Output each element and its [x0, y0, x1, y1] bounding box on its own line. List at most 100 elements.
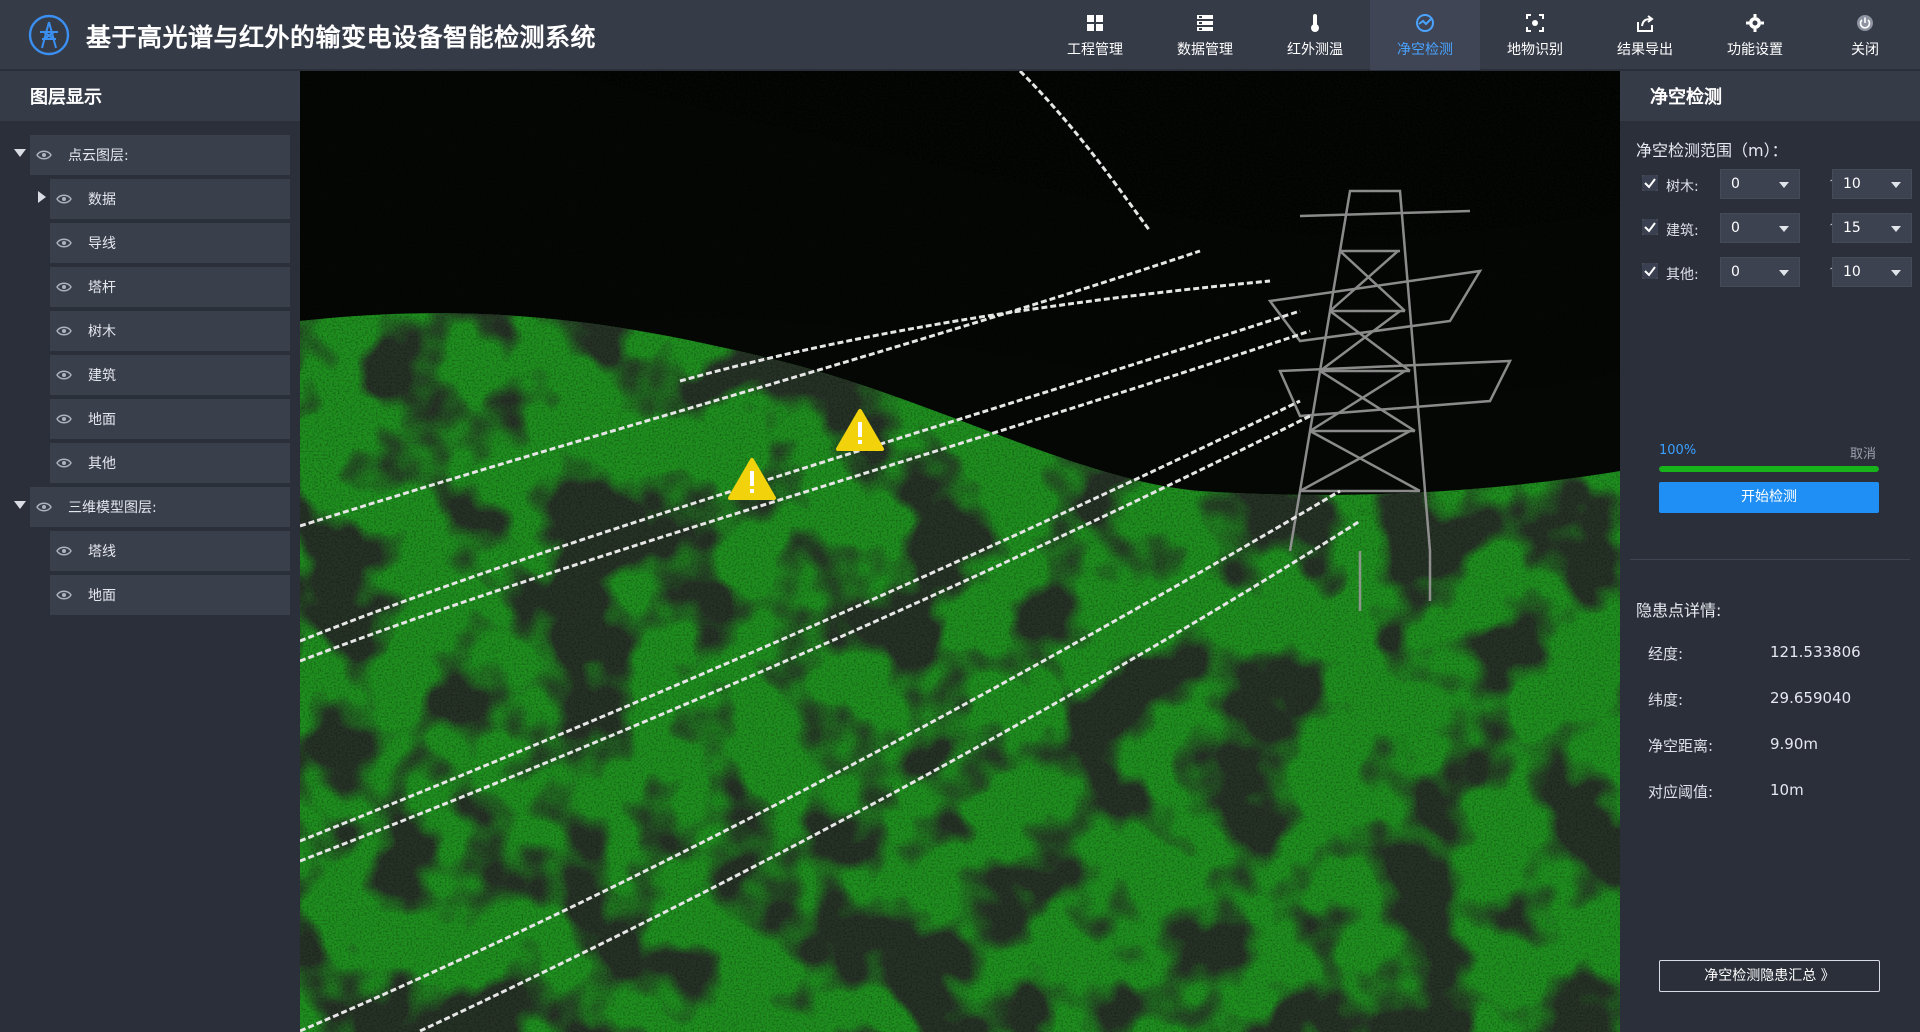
other-min-select[interactable]: 0: [1720, 257, 1800, 287]
buildings-min-select[interactable]: 0: [1720, 213, 1800, 243]
range-row-other: 其他: 0 ~ 10: [1642, 257, 1912, 289]
buildings-max-select[interactable]: 15: [1832, 213, 1912, 243]
nav-data-management[interactable]: 数据管理: [1150, 0, 1260, 70]
expand-caret-icon[interactable]: [14, 149, 26, 157]
expand-caret-icon[interactable]: [14, 501, 26, 509]
eye-icon[interactable]: [56, 281, 72, 293]
layer-group-header[interactable]: 点云图层:: [30, 135, 290, 175]
layer-item: 数据: [0, 175, 300, 219]
chevron-down-icon: [1891, 270, 1901, 276]
select-value: 0: [1731, 264, 1740, 280]
select-value: 15: [1843, 220, 1861, 236]
cancel-link[interactable]: 取消: [1850, 443, 1876, 462]
chevron-down-icon: [1779, 270, 1789, 276]
nav-label: 红外测温: [1287, 41, 1343, 58]
nav-project-management[interactable]: 工程管理: [1040, 0, 1150, 70]
layer-group-point-cloud: 点云图层:: [0, 131, 300, 175]
chevron-down-icon: [1891, 182, 1901, 188]
layer-item-box[interactable]: 塔线: [50, 531, 290, 571]
eye-icon[interactable]: [56, 413, 72, 425]
layer-item-box[interactable]: 塔杆: [50, 267, 290, 307]
trees-min-select[interactable]: 0: [1720, 169, 1800, 199]
nav-close[interactable]: 关闭: [1810, 0, 1920, 70]
expand-caret-icon[interactable]: [38, 191, 46, 203]
range-row-buildings: 建筑: 0 ~ 15: [1642, 213, 1912, 245]
detail-value: 29.659040: [1770, 689, 1852, 707]
gear-icon: [1746, 13, 1764, 32]
clearance-panel-title: 净空检测: [1620, 71, 1920, 121]
layer-item: 地面: [0, 571, 300, 615]
layer-item-label: 导线: [88, 236, 116, 252]
trees-checkbox[interactable]: [1642, 175, 1658, 191]
hazard-summary-button[interactable]: 净空检测隐患汇总 》: [1659, 960, 1880, 992]
object-recognition-icon: [1526, 13, 1544, 32]
range-label: 净空检测范围（m）：: [1636, 141, 1788, 160]
progress-fill: [1659, 466, 1879, 472]
nav-clearance-detection[interactable]: 净空检测: [1370, 0, 1480, 70]
check-icon: [1642, 175, 1658, 191]
list-icon: [1197, 14, 1213, 31]
detail-label: 对应阈值:: [1648, 783, 1714, 801]
nav-object-recognition[interactable]: 地物识别: [1480, 0, 1590, 70]
other-checkbox[interactable]: [1642, 263, 1658, 279]
eye-icon[interactable]: [56, 237, 72, 249]
eye-icon[interactable]: [56, 589, 72, 601]
eye-icon[interactable]: [56, 369, 72, 381]
thermometer-icon: [1311, 13, 1319, 32]
export-icon: [1637, 14, 1654, 32]
nav-label: 工程管理: [1067, 41, 1123, 58]
detail-value: 121.533806: [1770, 643, 1861, 661]
select-value: 10: [1843, 264, 1861, 280]
other-max-select[interactable]: 10: [1832, 257, 1912, 287]
select-value: 10: [1843, 176, 1861, 192]
trees-max-select[interactable]: 10: [1832, 169, 1912, 199]
layer-group-header[interactable]: 三维模型图层:: [30, 487, 290, 527]
layer-item-box[interactable]: 树木: [50, 311, 290, 351]
buildings-checkbox[interactable]: [1642, 219, 1658, 235]
eye-icon[interactable]: [36, 149, 52, 161]
hazard-details-title: 隐患点详情:: [1636, 601, 1722, 620]
layer-item-box[interactable]: 建筑: [50, 355, 290, 395]
nav-infrared-temperature[interactable]: 红外测温: [1260, 0, 1370, 70]
layer-item-box[interactable]: 地面: [50, 399, 290, 439]
chevron-down-icon: [1891, 226, 1901, 232]
nav-label: 净空检测: [1397, 41, 1453, 58]
layer-group-label: 三维模型图层:: [68, 500, 157, 516]
point-cloud-viewport[interactable]: [300, 71, 1620, 1032]
eye-icon[interactable]: [56, 545, 72, 557]
select-value: 0: [1731, 220, 1740, 236]
app-header: 基于高光谱与红外的输变电设备智能检测系统 工程管理 数据管理 红外测温 净空检测…: [0, 0, 1920, 70]
detail-label: 经度:: [1648, 645, 1684, 663]
progress-bar: [1659, 466, 1879, 472]
eye-icon[interactable]: [56, 193, 72, 205]
nav-result-export[interactable]: 结果导出: [1590, 0, 1700, 70]
layer-item-box[interactable]: 数据: [50, 179, 290, 219]
layer-item-box[interactable]: 地面: [50, 575, 290, 615]
layer-item-box[interactable]: 其他: [50, 443, 290, 483]
start-detection-button[interactable]: 开始检测: [1659, 482, 1879, 513]
detail-value: 9.90m: [1770, 735, 1819, 753]
layer-tree: 点云图层: 数据 导线 塔杆 树木 建筑 地面 其他 三维模型图层: 塔线 地面: [0, 121, 300, 615]
layer-item-label: 地面: [88, 412, 116, 428]
range-name: 其他:: [1666, 267, 1699, 283]
layer-item-label: 建筑: [88, 368, 116, 384]
eye-icon[interactable]: [36, 501, 52, 513]
app-title: 基于高光谱与红外的输变电设备智能检测系统: [86, 23, 597, 52]
power-tower-logo-icon: [28, 14, 70, 56]
layer-item-label: 数据: [88, 192, 116, 208]
chevron-down-icon: [1779, 226, 1789, 232]
eye-icon[interactable]: [56, 325, 72, 337]
layer-item: 建筑: [0, 351, 300, 395]
layer-item-box[interactable]: 导线: [50, 223, 290, 263]
nav-function-settings[interactable]: 功能设置: [1700, 0, 1810, 70]
detail-label: 净空距离:: [1648, 737, 1714, 755]
layer-item-label: 地面: [88, 588, 116, 604]
layer-group-3d-model: 三维模型图层:: [0, 483, 300, 527]
detail-label: 纬度:: [1648, 691, 1684, 709]
layer-item-label: 塔线: [88, 544, 116, 560]
select-value: 0: [1731, 176, 1740, 192]
detail-value: 10m: [1770, 781, 1804, 799]
point-cloud-scene[interactable]: [300, 71, 1620, 1032]
eye-icon[interactable]: [56, 457, 72, 469]
layer-item: 导线: [0, 219, 300, 263]
